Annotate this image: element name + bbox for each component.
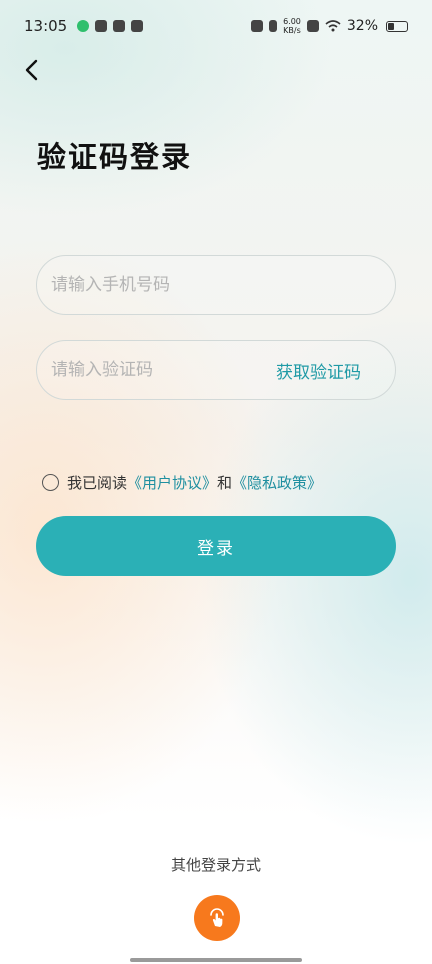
user-agreement-link[interactable]: 《用户协议》: [127, 472, 217, 493]
camera-icon: [251, 20, 264, 32]
login-button[interactable]: 登录: [36, 516, 396, 576]
home-indicator: [130, 958, 302, 962]
get-code-button[interactable]: 获取验证码: [276, 358, 361, 383]
phone-input[interactable]: [51, 275, 381, 295]
chevron-left-icon: [25, 59, 38, 81]
status-bar: 13:05 6.00 KB/s 32%: [0, 0, 432, 52]
back-button[interactable]: [18, 56, 46, 84]
battery-icon: [386, 20, 408, 32]
app-badge-icon: [131, 20, 144, 32]
sim-off-icon: [306, 20, 319, 32]
page-title: 验证码登录: [37, 140, 193, 174]
net-speed-value: 6.00: [283, 17, 301, 26]
link-notification-icon: [113, 20, 126, 32]
wifi-icon: [325, 20, 341, 32]
status-right: 6.00 KB/s 32%: [251, 17, 408, 35]
agreement-conjunction: 和: [217, 474, 233, 492]
agreement-checkbox[interactable]: [42, 474, 59, 491]
status-left: 13:05: [24, 17, 144, 35]
notification-icon: [77, 20, 90, 32]
agreement-row: 我已阅读 《用户协议》 和 《隐私政策》: [42, 472, 322, 493]
agreement-prefix: 我已阅读: [67, 474, 128, 492]
app-notification-icon: [95, 20, 108, 32]
verification-code-field[interactable]: 获取验证码: [36, 340, 396, 400]
phone-field[interactable]: [36, 255, 396, 315]
hand-tap-icon: [210, 908, 224, 927]
verification-code-input[interactable]: [51, 360, 276, 380]
alt-login-button[interactable]: [194, 895, 240, 941]
privacy-policy-link[interactable]: 《隐私政策》: [232, 472, 322, 493]
net-speed-unit: KB/s: [283, 26, 301, 35]
net-speed: 6.00 KB/s: [283, 17, 301, 35]
other-login-label: 其他登录方式: [170, 856, 261, 874]
status-time: 13:05: [24, 17, 68, 35]
vibrate-icon: [269, 20, 278, 32]
battery-percent: 32%: [346, 18, 378, 34]
